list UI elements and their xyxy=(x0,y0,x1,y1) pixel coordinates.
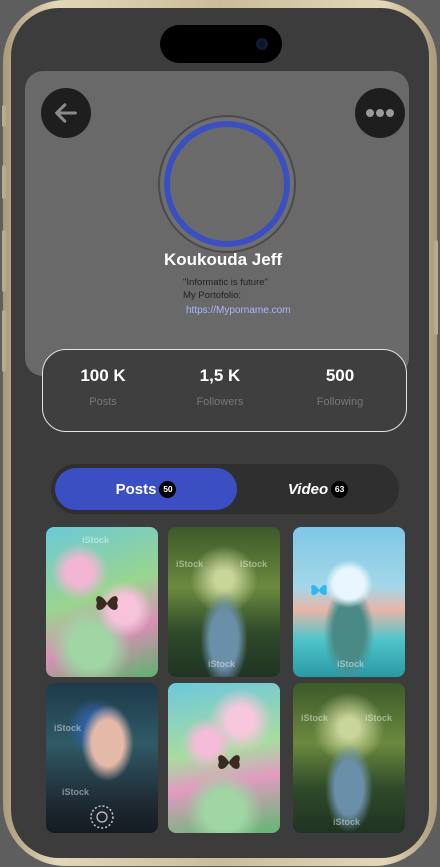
back-button[interactable] xyxy=(41,88,91,138)
phone-body: Koukouda Jeff "Informatic is future" My … xyxy=(3,0,437,866)
watermark: iStock xyxy=(333,817,361,827)
watermark: iStock xyxy=(176,559,204,569)
content-tabs: Posts 50 Video 63 xyxy=(51,464,399,514)
watermark: iStock xyxy=(62,787,90,797)
watermark: iStock xyxy=(208,659,236,669)
portfolio-label: My Portofolio: xyxy=(183,290,242,301)
front-camera-icon xyxy=(256,38,268,50)
tab-label: Posts xyxy=(115,480,157,498)
gallery-item-pink-flowers[interactable]: iStock xyxy=(46,527,158,677)
watermark: iStock xyxy=(337,659,365,669)
arrow-left-icon xyxy=(55,103,77,123)
butterfly-icon xyxy=(218,755,240,770)
stat-followers[interactable]: 1,5 K Followers xyxy=(165,366,275,408)
portfolio-link[interactable]: https://Myporname.com xyxy=(186,305,290,316)
watermark: iStock xyxy=(54,723,82,733)
profile-bio: "Informatic is future" My Portofolio: xyxy=(183,276,268,302)
butterfly-icon xyxy=(311,585,327,596)
gallery-item-astronaut[interactable]: iStock xyxy=(293,527,405,677)
stat-value: 1,5 K xyxy=(199,366,241,385)
gallery-item-woman-portrait[interactable]: iStock iStock xyxy=(46,683,158,833)
stat-following[interactable]: 500 Following xyxy=(285,366,395,408)
profile-name: Koukouda Jeff xyxy=(163,250,283,269)
tab-count-badge: 63 xyxy=(331,480,349,498)
tab-count-badge: 50 xyxy=(159,480,177,498)
more-options-button[interactable] xyxy=(355,88,405,138)
stat-value: 500 xyxy=(325,366,355,385)
watermark: iStock xyxy=(301,713,329,723)
profile-quote: "Informatic is future" xyxy=(183,277,268,288)
gallery-item-pink-flowers-2[interactable] xyxy=(168,683,280,833)
screen: Koukouda Jeff "Informatic is future" My … xyxy=(11,8,429,858)
more-horizontal-icon xyxy=(366,109,394,117)
stat-label: Posts xyxy=(89,396,117,408)
stat-posts[interactable]: 100 K Posts xyxy=(48,366,158,408)
tab-label: Video xyxy=(287,480,329,498)
tab-video[interactable]: Video 63 xyxy=(241,468,395,510)
stat-label: Following xyxy=(316,396,364,408)
gallery-item-forest-pond[interactable]: iStock iStock iStock xyxy=(168,527,280,677)
gallery-item-forest-pond-2[interactable]: iStock iStock iStock xyxy=(293,683,405,833)
watermark: iStock xyxy=(365,713,393,723)
stats-panel: 100 K Posts 1,5 K Followers 500 Followin… xyxy=(42,349,407,432)
watermark: iStock xyxy=(240,559,268,569)
stat-label: Followers xyxy=(196,396,244,408)
butterfly-icon xyxy=(96,596,118,611)
tab-posts[interactable]: Posts 50 xyxy=(55,468,237,510)
dynamic-island xyxy=(160,25,282,63)
stat-value: 100 K xyxy=(80,366,126,385)
lace-collar-icon xyxy=(90,805,114,829)
avatar[interactable] xyxy=(164,121,290,247)
watermark: iStock xyxy=(82,535,110,545)
